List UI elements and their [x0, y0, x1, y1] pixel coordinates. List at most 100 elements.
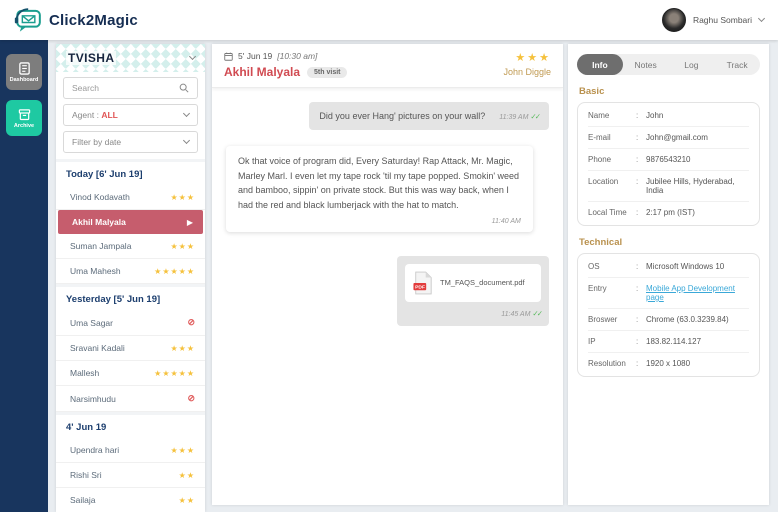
contact-row[interactable]: Uma Mahesh ★★★★★ [56, 259, 205, 284]
chat-date: 5' Jun 19 [238, 51, 273, 61]
message-time: 11:45 AM [501, 311, 531, 319]
contact-group-header: 4' Jun 19 [56, 412, 205, 438]
nav-dashboard-button[interactable]: Dashboard [6, 54, 42, 90]
visitor-name: Akhil Malyala [224, 65, 301, 79]
message-list: Did you ever Hang' pictures on your wall… [212, 88, 563, 505]
visit-count-badge: 5th visit [307, 66, 348, 78]
svg-text:PDF: PDF [415, 285, 425, 291]
detail-colon: : [636, 208, 639, 217]
message-time: 11:39 AM [499, 114, 529, 121]
detail-value-link[interactable]: Mobile App Development page [646, 284, 749, 302]
star-rating: ★★★ [170, 192, 195, 202]
detail-label: OS [588, 262, 600, 271]
play-icon: ▶ [186, 217, 193, 227]
file-message-bubble: PDF TM_FAQS_document.pdf 11:45 AM ✓✓ [397, 256, 549, 326]
date-filter-dropdown[interactable]: Filter by date [63, 131, 198, 153]
star-rating: ★★★ [170, 445, 195, 455]
blocked-icon: ⊘ [187, 317, 195, 327]
message-meta: 11:45 AM ✓✓ [405, 306, 543, 320]
detail-label: Local Time [588, 208, 627, 217]
tab-info[interactable]: Info [577, 54, 623, 75]
chevron-down-icon [188, 52, 197, 61]
contact-row[interactable]: Uma Sagar ⊘ [56, 310, 205, 336]
details-tabs: Info Notes Log Track [577, 54, 760, 75]
contact-row[interactable]: Sailaja ★★ [56, 488, 205, 512]
contact-name: Akhil Malyala [72, 217, 126, 227]
agent-star-rating[interactable]: ★★★ [503, 51, 551, 64]
brand-logo-icon [14, 7, 44, 33]
message-text: Ok that voice of program did, Every Satu… [238, 156, 520, 210]
contact-row[interactable]: Rishi Sri ★★ [56, 463, 205, 488]
user-name: Raghu Sombari [692, 15, 752, 25]
contact-search[interactable] [63, 77, 198, 99]
contact-name: Rishi Sri [70, 470, 102, 480]
contact-row[interactable]: Akhil Malyala ▶ [58, 210, 203, 234]
message-meta: 11:40 AM [238, 213, 521, 227]
detail-value: Jubilee Hills, Hyderabad, India [646, 177, 735, 195]
detail-label: Resolution [588, 359, 626, 368]
workspace-selector[interactable]: TVISHA [56, 44, 205, 72]
star-rating: ★★ [178, 470, 195, 480]
basic-info-box: Name: John E-mail: John@gmail.com Phone:9876… [577, 102, 760, 226]
blocked-icon: ⊘ [187, 393, 195, 403]
detail-value: Chrome (63.0.3239.84) [646, 315, 729, 324]
agent-filter-dropdown[interactable]: Agent : ALL [63, 104, 198, 126]
nav-dashboard-label: Dashboard [9, 76, 39, 83]
agent-filter-value: ALL [101, 110, 118, 120]
message-meta: 11:39 AM ✓✓ [499, 109, 541, 123]
top-header: Click2Magic Raghu Sombari [0, 0, 778, 40]
detail-colon: : [636, 262, 639, 271]
detail-label: Location [588, 177, 619, 186]
chat-panel: 5' Jun 19 [10:30 am] Akhil Malyala 5th v… [212, 44, 563, 505]
app-window: Click2Magic Raghu Sombari Dashboard Arch… [0, 0, 778, 512]
nav-rail: Dashboard Archive [0, 40, 48, 512]
detail-value: 2:17 pm (IST) [646, 208, 695, 217]
detail-value: Microsoft Windows 10 [646, 262, 725, 271]
brand-logo[interactable]: Click2Magic [14, 7, 138, 33]
basic-section-title: Basic [579, 86, 605, 97]
user-avatar [661, 8, 686, 32]
detail-colon: : [636, 133, 639, 142]
tab-notes[interactable]: Notes [623, 54, 669, 75]
chevron-down-icon [182, 109, 191, 118]
contact-row[interactable]: Upendra hari ★★★ [56, 438, 205, 463]
nav-archive-button[interactable]: Archive [6, 100, 42, 136]
contact-row[interactable]: Suman Jampala ★★★ [56, 234, 205, 259]
agent-name: John Diggle [503, 67, 551, 77]
delivered-check-icon: ✓✓ [530, 112, 540, 121]
chat-start-time: [10:30 am] [277, 51, 318, 61]
detail-colon: : [636, 177, 639, 186]
contact-name: Sravani Kadali [70, 343, 125, 353]
star-rating: ★★★ [170, 241, 195, 251]
contact-row[interactable]: Narsimhudu ⊘ [56, 386, 205, 412]
search-icon [179, 83, 189, 93]
contact-row[interactable]: Mallesh ★★★★★ [56, 361, 205, 386]
chevron-down-icon [182, 136, 191, 145]
star-rating: ★★★★★ [154, 266, 195, 276]
user-menu[interactable]: Raghu Sombari [661, 8, 766, 32]
detail-colon: : [636, 111, 639, 120]
chat-header: 5' Jun 19 [10:30 am] Akhil Malyala 5th v… [212, 44, 563, 88]
detail-value: John@gmail.com [646, 133, 708, 142]
tab-log[interactable]: Log [669, 54, 715, 75]
star-rating: ★★★★★ [154, 368, 195, 378]
visitor-message-bubble: Did you ever Hang' pictures on your wall… [309, 102, 549, 131]
contact-row[interactable]: Sravani Kadali ★★★ [56, 336, 205, 361]
file-attachment[interactable]: PDF TM_FAQS_document.pdf [405, 264, 541, 303]
dashboard-icon [18, 61, 31, 75]
contact-list: Today [6' Jun 19] Vinod Kodavath ★★★ Akhil … [56, 159, 205, 512]
agent-message-bubble: Ok that voice of program did, Every Satu… [226, 146, 533, 233]
detail-colon: : [636, 359, 639, 368]
brand-name: Click2Magic [49, 11, 138, 29]
detail-row: Broswer: Chrome (63.0.3239.84) [588, 309, 749, 331]
file-name: TM_FAQS_document.pdf [440, 278, 525, 288]
tab-track[interactable]: Track [714, 54, 760, 75]
detail-row: Phone:9876543210 [588, 149, 749, 171]
chat-header-right: ★★★ John Diggle [503, 51, 551, 77]
contact-group-header: Yesterday [5' Jun 19] [56, 284, 205, 310]
contact-row[interactable]: Vinod Kodavath ★★★ [56, 185, 205, 210]
contact-search-input[interactable] [72, 83, 172, 93]
detail-value: John [646, 111, 664, 120]
detail-label: Entry [588, 284, 607, 293]
detail-row: Local Time:2:17 pm (IST) [588, 202, 749, 223]
